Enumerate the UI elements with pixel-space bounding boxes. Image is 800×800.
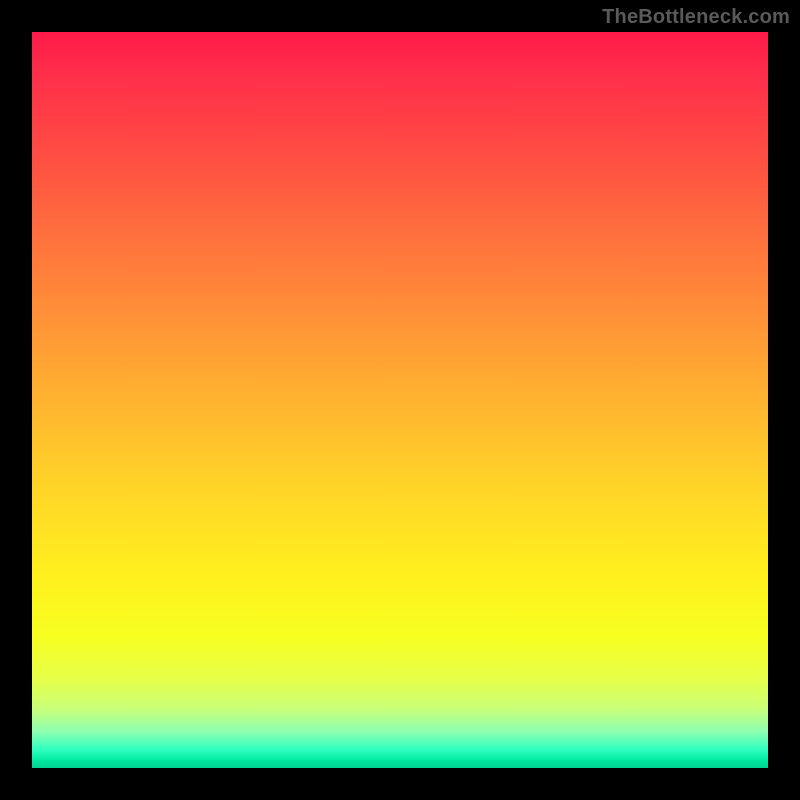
chart-stage: TheBottleneck.com (0, 0, 800, 800)
watermark-text: TheBottleneck.com (602, 6, 790, 29)
heat-gradient-background (32, 32, 768, 768)
plot-area (32, 32, 768, 768)
